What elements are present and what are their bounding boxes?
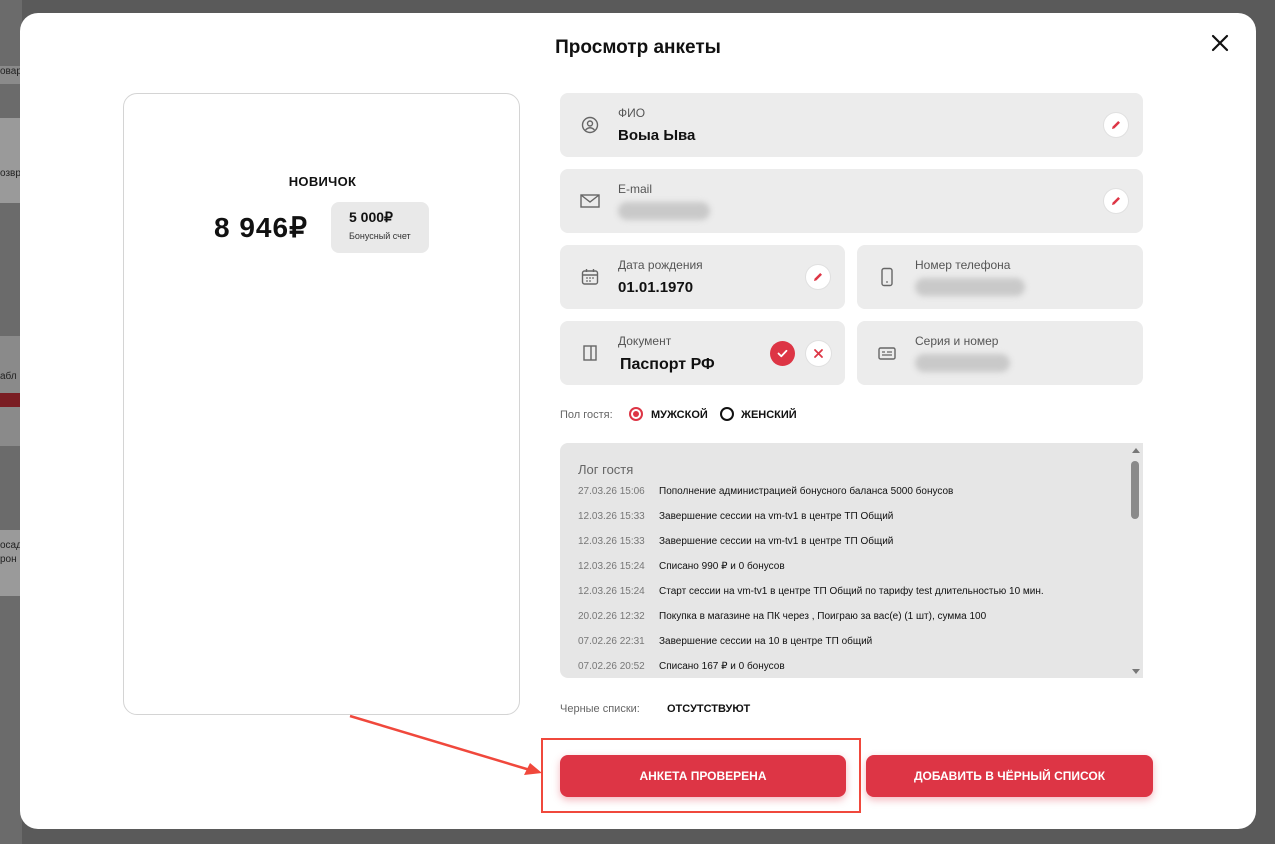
add-to-blacklist-button[interactable]: ДОБАВИТЬ В ЧЁРНЫЙ СПИСОК	[866, 755, 1153, 797]
log-time: 07.02.26 20:52	[578, 661, 645, 672]
pencil-icon	[1112, 197, 1120, 205]
bonus-box: 5 000₽ Бонусный счет	[331, 202, 429, 253]
check-icon	[777, 349, 788, 358]
blacklist-label: Черные списки:	[560, 703, 640, 715]
edit-birthdate-button[interactable]	[806, 265, 830, 289]
guest-log: Лог гостя 27.03.26 15:06 Пополнение админ…	[560, 443, 1143, 678]
log-entry: 07.02.26 22:31 Завершение сессии на 10 в …	[578, 636, 872, 647]
scroll-up-arrow-icon[interactable]	[1132, 448, 1140, 453]
blacklist-value: ОТСУТСТВУЮТ	[667, 703, 751, 715]
profile-modal: Просмотр анкеты НОВИЧОК 8 946₽ 5 000₽ Бо…	[20, 13, 1256, 829]
bg-row: рон	[0, 554, 22, 568]
mail-icon	[580, 191, 600, 211]
log-text: Списано 167 ₽ и 0 бонусов	[659, 661, 785, 672]
document-field: Документ Паспорт РФ	[560, 321, 845, 385]
confirm-document-button[interactable]	[770, 341, 795, 366]
log-entry: 20.02.26 12:32 Покупка в магазине на ПК ч…	[578, 611, 986, 622]
log-text: Завершение сессии на vm-tv1 в центре ТП …	[659, 536, 894, 547]
gender-female-radio[interactable]	[720, 407, 734, 421]
log-scrollbar[interactable]	[1128, 443, 1143, 678]
gender-male-label[interactable]: МУЖСКОЙ	[651, 409, 708, 421]
bg-row: овар	[0, 66, 22, 84]
series-value-redacted	[915, 354, 1010, 372]
phone-value-redacted	[915, 278, 1025, 296]
log-time: 20.02.26 12:32	[578, 611, 645, 622]
log-time: 12.03.26 15:33	[578, 536, 645, 547]
bg-row: озвр	[0, 118, 22, 203]
fio-value: Воыа Ыва	[618, 127, 696, 144]
bonus-label: Бонусный счет	[349, 231, 411, 241]
bg-row: абл	[0, 336, 22, 446]
edit-email-button[interactable]	[1104, 189, 1128, 213]
log-title: Лог гостя	[578, 462, 634, 477]
user-icon	[580, 115, 600, 135]
pencil-icon	[1112, 121, 1120, 129]
pencil-icon	[814, 273, 822, 281]
scroll-down-arrow-icon[interactable]	[1132, 669, 1140, 674]
email-field: E-mail	[560, 169, 1143, 233]
close-icon[interactable]	[1208, 31, 1232, 55]
bonus-value: 5 000₽	[349, 209, 393, 225]
series-field: Серия и номер	[857, 321, 1143, 385]
phone-field: Номер телефона	[857, 245, 1143, 309]
series-label: Серия и номер	[915, 334, 999, 348]
edit-fio-button[interactable]	[1104, 113, 1128, 137]
log-text: Списано 990 ₽ и 0 бонусов	[659, 561, 785, 572]
log-text: Покупка в магазине на ПК через , Поиграю…	[659, 611, 987, 622]
phone-label: Номер телефона	[915, 258, 1011, 272]
log-entry: 27.03.26 15:06 Пополнение администрацией …	[578, 486, 953, 497]
log-time: 12.03.26 15:33	[578, 511, 645, 522]
log-entry: 12.03.26 15:24 Старт сессии на vm-tv1 в ц…	[578, 586, 1044, 597]
calendar-icon	[580, 267, 600, 287]
log-time: 07.02.26 22:31	[578, 636, 645, 647]
birthdate-field: Дата рождения 01.01.1970	[560, 245, 845, 309]
log-time: 12.03.26 15:24	[578, 586, 645, 597]
birthdate-value: 01.01.1970	[618, 279, 694, 296]
modal-title: Просмотр анкеты	[555, 37, 721, 58]
annotation-highlight-box	[541, 738, 861, 813]
log-entry: 12.03.26 15:33 Завершение сессии на vm-tv…	[578, 511, 893, 522]
email-label: E-mail	[618, 182, 653, 196]
birthdate-label: Дата рождения	[618, 258, 703, 272]
log-text: Пополнение администрацией бонусного бала…	[659, 486, 954, 497]
cross-icon	[814, 349, 823, 358]
log-time: 12.03.26 15:24	[578, 561, 645, 572]
document-value: Паспорт РФ	[620, 356, 715, 373]
id-card-icon	[877, 343, 897, 363]
phone-icon	[877, 267, 897, 287]
blacklist-status: Черные списки: ОТСУТСТВУЮТ	[560, 703, 750, 715]
balance-value: 8 946₽	[214, 212, 308, 243]
log-time: 27.03.26 15:06	[578, 486, 645, 497]
log-entry: 12.03.26 15:24 Списано 990 ₽ и 0 бонусов	[578, 561, 785, 572]
gender-female-label[interactable]: ЖЕНСКИЙ	[741, 409, 797, 421]
log-entry: 12.03.26 15:33 Завершение сессии на vm-tv…	[578, 536, 893, 547]
background-app: овар озвр абл осад рон	[0, 0, 22, 844]
gender-male-radio[interactable]	[629, 407, 643, 421]
gender-label: Пол гостя:	[560, 409, 613, 421]
document-icon	[580, 343, 600, 363]
email-value-redacted	[618, 202, 710, 220]
bg-red-marker	[0, 393, 22, 407]
guest-level: НОВИЧОК	[288, 174, 357, 189]
reject-document-button[interactable]	[806, 341, 831, 366]
fio-field: ФИО Воыа Ыва	[560, 93, 1143, 157]
guest-card: НОВИЧОК 8 946₽ 5 000₽ Бонусный счет	[123, 93, 520, 715]
log-entry: 07.02.26 20:52 Списано 167 ₽ и 0 бонусов	[578, 661, 785, 672]
log-text: Завершение сессии на vm-tv1 в центре ТП …	[659, 511, 894, 522]
fio-label: ФИО	[618, 106, 646, 120]
scroll-thumb[interactable]	[1131, 461, 1139, 519]
document-label: Документ	[618, 334, 672, 348]
log-text: Завершение сессии на 10 в центре ТП общи…	[659, 636, 873, 647]
log-text: Старт сессии на vm-tv1 в центре ТП Общий…	[659, 586, 1044, 597]
